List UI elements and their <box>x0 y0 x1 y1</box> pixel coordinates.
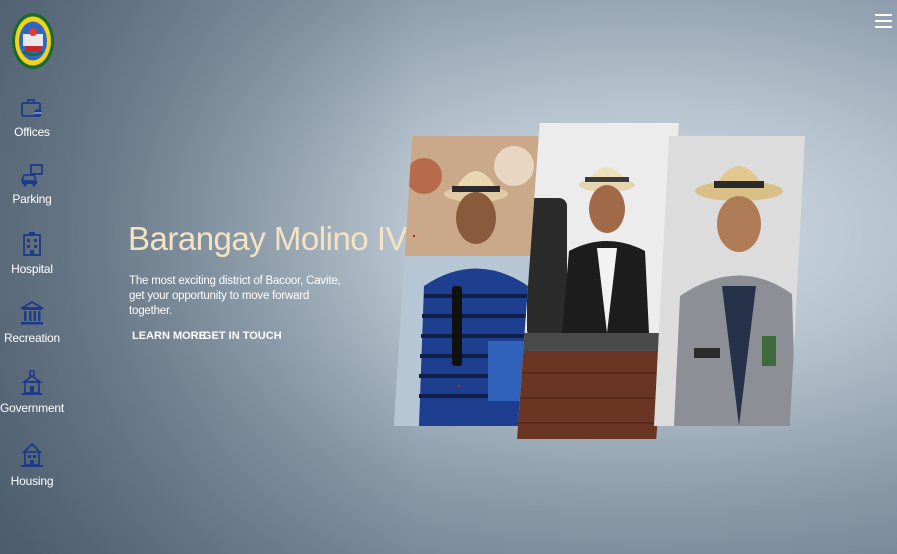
sidebar-item-label: Hospital <box>11 262 53 276</box>
official-photo-right <box>654 136 805 426</box>
sidebar-item-offices[interactable]: Offices <box>0 96 64 139</box>
hero-subtitle-line2: get your opportunity to move forward tog… <box>129 290 310 317</box>
hospital-building-icon <box>23 232 41 256</box>
sidebar-item-label: Parking <box>12 192 52 206</box>
government-building-icon <box>21 370 43 395</box>
sidebar-item-parking[interactable]: Parking <box>0 163 64 206</box>
decorative-dot <box>458 385 460 387</box>
sidebar-item-government[interactable]: Government <box>0 370 64 415</box>
house-icon <box>21 442 43 467</box>
decorative-dot <box>413 235 415 237</box>
sidebar-item-hospital[interactable]: Hospital <box>0 231 64 276</box>
get-in-touch-link[interactable]: GET IN TOUCH <box>203 330 282 342</box>
hero-subtitle: The most exciting district of Bacoor, Ca… <box>129 274 349 319</box>
learn-more-link[interactable]: LEARN MORE <box>132 330 206 342</box>
official-photo-center <box>517 123 679 439</box>
car-icon <box>20 164 43 187</box>
hero-subtitle-line1: The most exciting district of Bacoor, Ca… <box>129 275 341 287</box>
columns-building-icon <box>20 300 44 325</box>
sidebar-item-recreation[interactable]: Recreation <box>0 300 64 345</box>
briefcase-icon <box>21 99 42 117</box>
sidebar-nav: Offices Parking Hospital Recreation Gove… <box>0 0 64 554</box>
sidebar-item-label: Housing <box>10 474 54 488</box>
sidebar-item-housing[interactable]: Housing <box>0 441 64 488</box>
sidebar-item-label: Government <box>0 401 65 415</box>
page-title: Barangay Molino IV <box>128 220 408 257</box>
sidebar-item-label: Offices <box>14 125 50 139</box>
hamburger-menu-icon[interactable] <box>875 14 892 29</box>
sidebar-item-label: Recreation <box>3 331 61 345</box>
